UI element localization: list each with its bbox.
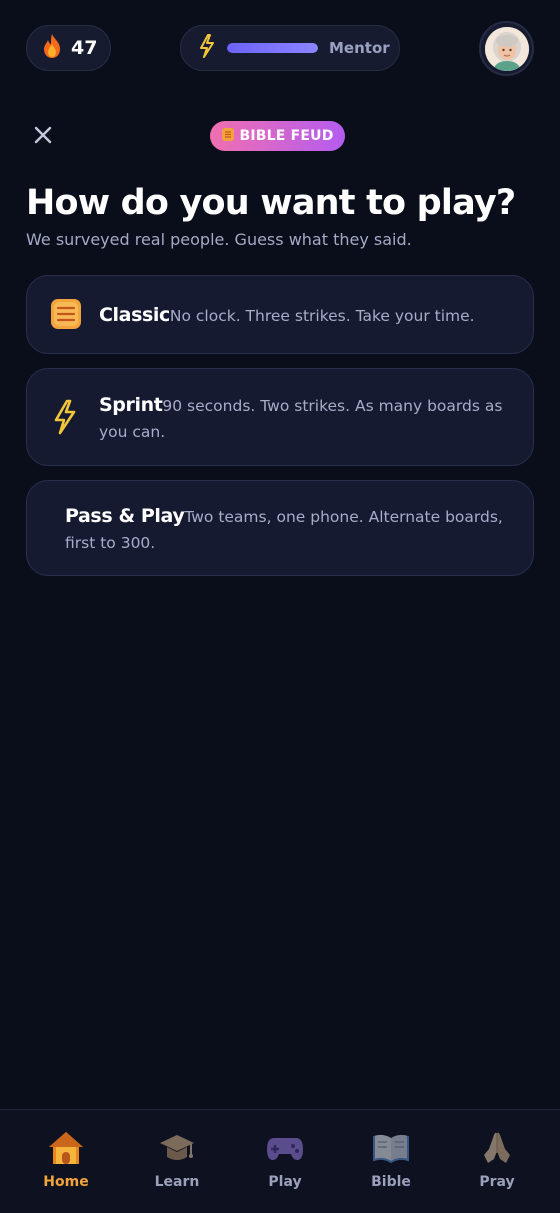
nav-label: Learn [154,1174,200,1190]
nav-item-pray[interactable]: Pray [447,1110,547,1213]
mode-name: Sprint [99,394,163,416]
nav-label: Pray [479,1174,515,1190]
nav-item-learn[interactable]: Learn [127,1110,227,1213]
profile-avatar-button[interactable] [479,21,534,76]
avatar [484,26,529,71]
bottom-nav: Home Learn Play Bible Pray [0,1109,560,1213]
nav-label: Play [268,1174,302,1190]
streak-counter[interactable]: 47 [26,25,111,71]
xp-progress-fill [227,43,318,53]
mode-card-sprint[interactable]: Sprint90 seconds. Two strikes. As many b… [26,368,534,466]
streak-count: 47 [71,37,98,59]
house-icon [46,1128,86,1168]
flame-icon [41,33,63,63]
nav-item-play[interactable]: Play [235,1110,335,1213]
lightning-icon [199,34,215,62]
gamepad-icon [265,1128,305,1168]
page-subtitle: We surveyed real people. Guess what they… [26,230,412,249]
mode-card-classic[interactable]: ClassicNo clock. Three strikes. Take you… [26,275,534,354]
xp-progress-bar [227,43,318,53]
nav-label: Home [43,1174,89,1190]
scroll-icon [49,298,83,334]
mode-card-pass-and-play[interactable]: Pass & PlayTwo teams, one phone. Alterna… [26,480,534,576]
play-mode-screen: 47 Mentor BIBLE FEUD How do you want to … [0,0,560,1213]
praying-hands-icon [477,1128,517,1168]
xp-progress-pill[interactable]: Mentor [180,25,400,71]
graduation-cap-icon [157,1128,197,1168]
game-title-badge: BIBLE FEUD [210,121,345,151]
mode-name: Classic [99,304,170,326]
rank-label: Mentor [329,39,390,57]
scroll-icon [221,127,235,146]
page-title: How do you want to play? [26,183,516,223]
mode-name: Pass & Play [65,505,185,527]
mode-description: No clock. Three strikes. Take your time. [169,307,475,325]
nav-item-bible[interactable]: Bible [341,1110,441,1213]
close-button[interactable] [30,122,56,148]
nav-item-home[interactable]: Home [16,1110,116,1213]
nav-label: Bible [371,1174,411,1190]
badge-label: BIBLE FEUD [239,128,334,144]
lightning-icon [53,399,77,439]
open-book-icon [371,1128,411,1168]
close-icon [34,126,52,144]
